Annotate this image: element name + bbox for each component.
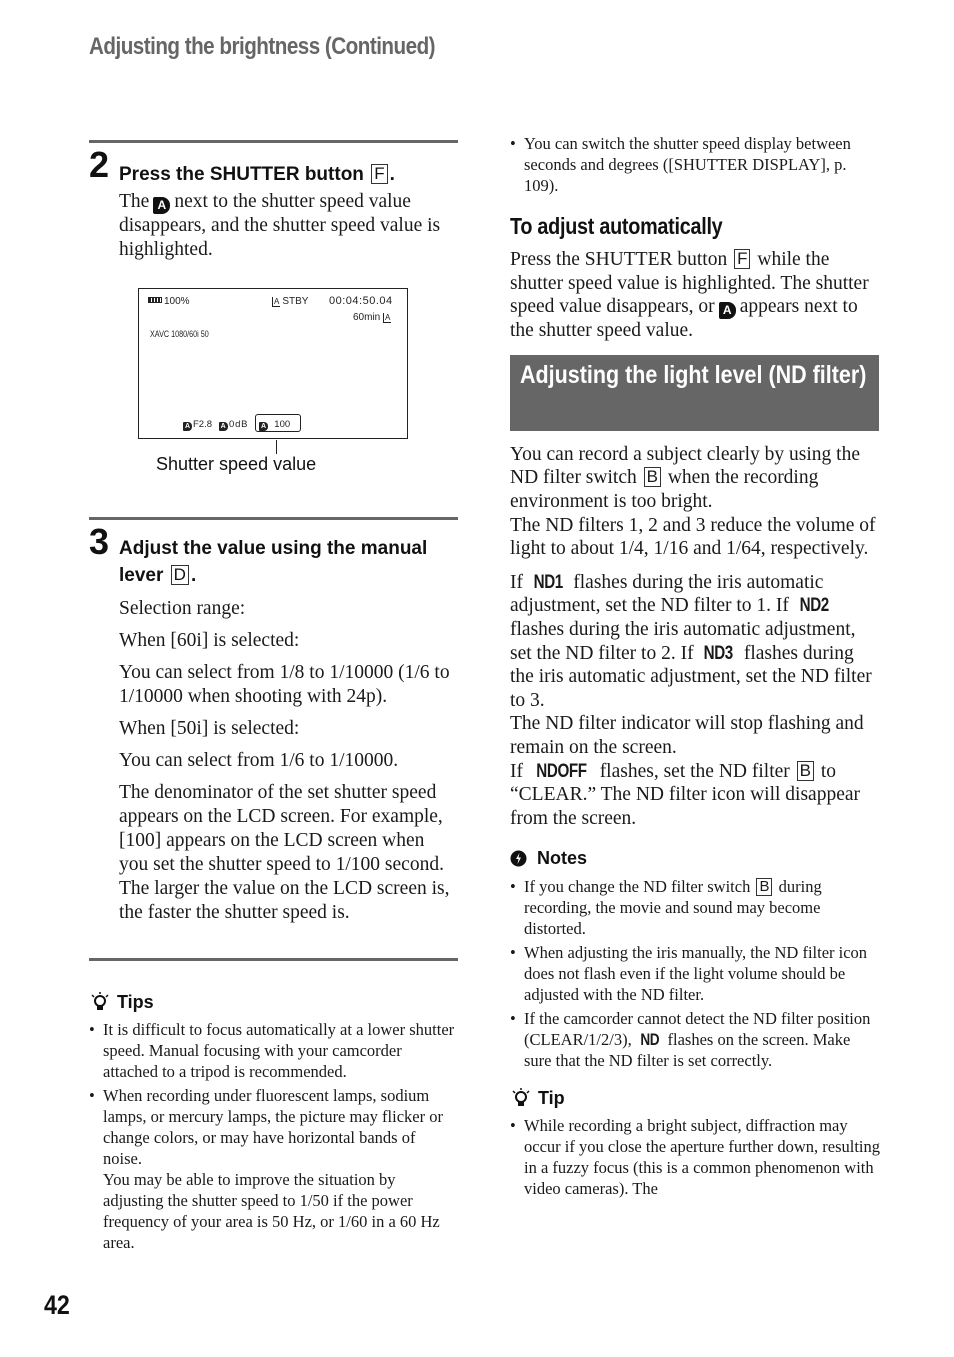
paragraph: The denominator of the set shutter speed…: [119, 782, 450, 923]
punct: .: [190, 565, 197, 586]
paragraph: When [50i] is selected:: [119, 718, 300, 739]
notes-label: Notes: [537, 848, 588, 869]
list-item: It is difficult to focus automatically a…: [89, 1019, 458, 1082]
recording-format: XAVC 1080/60i 50: [150, 329, 209, 339]
iris-readout: A F2.8: [183, 419, 212, 431]
notes-list: If you change the ND filter switch B dur…: [510, 876, 880, 1071]
paragraph: You can select from 1/8 to 1/10000 (1/6 …: [119, 662, 450, 707]
step-body: Selection range: When [60i] is selected:…: [119, 597, 458, 925]
nd-off-icon: NDOFF: [536, 760, 587, 782]
list-item: When adjusting the iris manually, the ND…: [510, 942, 880, 1005]
lcd-diagram: 100% A STBY 00:04:50.04 60min A XAVC 1080…: [108, 288, 408, 483]
list-item-text: When recording under fluorescent lamps, …: [103, 1086, 443, 1168]
tip-section: Tip While recording a bright subject, di…: [510, 1087, 880, 1199]
nd3-icon: ND3: [704, 642, 734, 664]
list-item: If the camcorder cannot detect the ND fi…: [510, 1008, 880, 1071]
remaining-time: 60min A: [353, 312, 393, 323]
nd-flash-paragraph: If ND1 flashes during the iris automatic…: [510, 571, 880, 831]
tips-label: Tips: [117, 991, 154, 1012]
list-item: If you change the ND filter switch B dur…: [510, 876, 880, 939]
paragraph: Selection range:: [119, 598, 246, 619]
punct: .: [389, 164, 395, 185]
key-label-d: D: [170, 565, 189, 585]
notes-section: Notes If you change the ND filter switch…: [510, 848, 880, 1071]
step-3: 3 Adjust the value using the manual leve…: [89, 520, 458, 925]
body-text: The: [119, 191, 150, 212]
auto-adjust-paragraph: Press the SHUTTER button F while the shu…: [510, 248, 880, 343]
running-head: Adjusting the brightness (Continued): [89, 33, 436, 60]
media-status: A STBY: [272, 296, 308, 307]
memory-card-icon: A: [383, 313, 392, 323]
key-label-f: F: [734, 249, 751, 269]
step-title-text: Adjust the value using the manual lever: [119, 538, 428, 586]
body-text: If: [510, 571, 523, 593]
lightbulb-icon: [91, 992, 109, 1010]
list-item: You can switch the shutter speed display…: [510, 133, 880, 196]
battery-value: 100%: [164, 296, 190, 307]
gain-value: 0dB: [229, 419, 249, 430]
list-item: While recording a bright subject, diffra…: [510, 1115, 880, 1199]
callout-line: [276, 440, 277, 454]
notes-heading: Notes: [510, 848, 880, 869]
body-text: The ND filters 1, 2 and 3 reduce the vol…: [510, 514, 876, 560]
body-text: flashes, set the ND filter: [599, 760, 790, 782]
section-banner: Adjusting the light level (ND filter): [510, 354, 879, 431]
status-text: STBY: [282, 296, 309, 307]
key-label-f: F: [371, 164, 388, 184]
right-column: You can switch the shutter speed display…: [510, 130, 880, 1199]
paragraph: You can select from 1/6 to 1/10000.: [119, 750, 399, 771]
battery-readout: 100%: [148, 296, 190, 307]
tips-heading: Tips: [89, 991, 458, 1013]
shutter-value: 100: [274, 419, 291, 430]
key-label-b: B: [643, 467, 661, 488]
nd-icon: ND: [640, 1030, 660, 1050]
iris-value: F2.8: [193, 419, 213, 430]
auto-icon: A: [259, 422, 268, 431]
timecode: 00:04:50.04: [329, 295, 393, 307]
body-text: The ND filter indicator will stop flashi…: [510, 713, 864, 758]
paragraph: When [60i] is selected:: [119, 630, 300, 651]
step-2: 2 Press the SHUTTER button F. The Anext t…: [89, 143, 458, 483]
page-number: 42: [44, 1290, 70, 1320]
tip-label: Tip: [538, 1087, 565, 1108]
auto-icon: A: [183, 422, 192, 431]
battery-icon: [148, 297, 162, 303]
list-item-text: You may be able to improve the situation…: [103, 1170, 440, 1252]
key-label-b: B: [756, 878, 773, 897]
left-column: 2 Press the SHUTTER button F. The Anext t…: [89, 140, 458, 1253]
memory-card-icon: A: [272, 297, 281, 307]
shutter-display-note: You can switch the shutter speed display…: [510, 133, 880, 196]
remaining-value: 60min: [353, 312, 381, 323]
auto-icon: A: [153, 197, 171, 214]
body-text: Press the SHUTTER button: [510, 249, 728, 270]
step-number: 2: [89, 144, 110, 185]
auto-icon: A: [219, 422, 228, 431]
list-item: When recording under fluorescent lamps, …: [89, 1085, 458, 1253]
auto-icon: A: [718, 302, 736, 320]
tip-heading: Tip: [510, 1087, 880, 1109]
nd-intro: You can record a subject clearly by usin…: [510, 443, 880, 561]
step-number: 3: [89, 521, 110, 562]
nd1-icon: ND1: [533, 571, 564, 593]
lightbulb-icon: [512, 1088, 530, 1107]
step-body: The Anext to the shutter speed value disa…: [119, 190, 458, 262]
section-title: Adjusting the light level (ND filter): [520, 360, 867, 389]
body-text: If: [510, 760, 523, 782]
tip-list: While recording a bright subject, diffra…: [510, 1115, 880, 1199]
lcd-caption: Shutter speed value: [156, 454, 317, 474]
shutter-readout: A 100: [259, 419, 290, 431]
nd2-icon: ND2: [799, 595, 829, 617]
list-item-text: If you change the ND filter switch: [524, 877, 751, 897]
tips-section: Tips It is difficult to focus automatica…: [89, 991, 458, 1253]
step-title: Adjust the value using the manual lever …: [119, 520, 458, 589]
section-subheading: To adjust automatically: [510, 213, 723, 239]
step-title-text: Press the SHUTTER button: [119, 164, 364, 185]
tips-list: It is difficult to focus automatically a…: [89, 1019, 458, 1253]
divider: [89, 958, 458, 961]
step-title: Press the SHUTTER button F.: [119, 143, 458, 188]
gain-readout: A 0dB: [219, 419, 248, 431]
key-label-b: B: [796, 760, 814, 781]
lcd-screen: 100% A STBY 00:04:50.04 60min A XAVC 1080…: [138, 288, 408, 439]
notes-icon: [510, 850, 527, 867]
